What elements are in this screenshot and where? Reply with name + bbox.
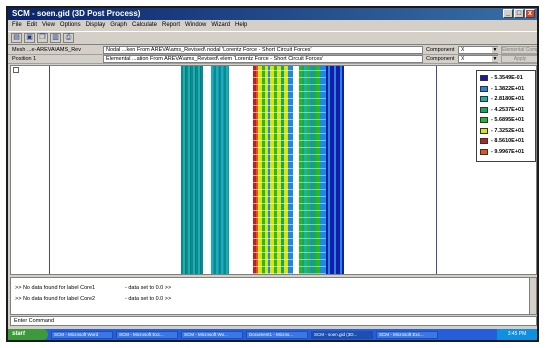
legend-item: - 4.2537E+01 (480, 105, 533, 116)
command-input[interactable]: Enter Command (10, 316, 537, 326)
window-controls: _ □ x (503, 9, 535, 18)
minimize-button[interactable]: _ (503, 9, 513, 18)
mesh-label: Mesh ...e-AREVA\AMS_Rev (12, 47, 81, 53)
winding-column-green (299, 66, 326, 274)
log-message: >> No data found for label Core2 (15, 296, 96, 302)
taskbar-item[interactable]: SCM - Microsoft Exc... (116, 330, 178, 339)
taskbar-item[interactable]: SCM - Microsoft Word (51, 330, 113, 339)
winding-column-hot (253, 66, 293, 274)
menu-file[interactable]: File (12, 20, 22, 30)
log-detail: - data set to 0.0 >> (125, 285, 172, 291)
apply-button[interactable]: Apply (501, 55, 537, 63)
taskbar-item[interactable]: SCM - Microsoft Exc... (376, 330, 438, 339)
winding-column-blue (326, 66, 344, 274)
component-select[interactable]: X ▼ (458, 55, 498, 63)
menu-wizard[interactable]: Wizard (211, 20, 230, 30)
legend-item: - 1.3822E+01 (480, 84, 533, 95)
legend-swatch (480, 96, 488, 103)
legend-swatch (480, 127, 488, 134)
system-clock: 3:45 PM (497, 329, 537, 340)
toolbar: ▤ ▣ ❐ ▥ ⎙ (8, 31, 537, 45)
legend-item: - 5.3549E-01 (480, 73, 533, 84)
copy-icon[interactable]: ❐ (37, 33, 48, 43)
chevron-down-icon[interactable]: ▼ (492, 56, 498, 62)
mesh-boundary-line (436, 66, 437, 274)
taskbar-item[interactable]: SCM - soen.gid (3D... (311, 330, 373, 339)
menu-help[interactable]: Help (235, 20, 247, 30)
taskbar-item[interactable]: SCM - Microsoft Wo... (181, 330, 243, 339)
command-label: Enter Command (14, 318, 55, 324)
winding-column-teal (211, 66, 229, 274)
legend-item: - 5.6895E+01 (480, 115, 533, 126)
paste-icon[interactable]: ▥ (50, 33, 61, 43)
output-log[interactable]: >> No data found for label Core1 - data … (10, 277, 537, 315)
legend-swatch (480, 138, 488, 145)
component-select[interactable]: X ▼ (458, 46, 498, 54)
legend-item: - 9.9967E+01 (480, 147, 533, 158)
legend-item: - 2.8180E+01 (480, 94, 533, 105)
mesh-boundary-line (49, 66, 50, 274)
position-label: Position 1 (12, 56, 37, 62)
log-detail: - data set to 0.0 >> (125, 296, 172, 302)
component-label: Component (426, 56, 455, 62)
window-title: SCM - soen.gid (3D Post Process) (12, 9, 141, 18)
menu-graph[interactable]: Graph (110, 20, 127, 30)
start-button[interactable]: start (8, 329, 48, 340)
log-line: >> No data found for label Core1 - data … (15, 284, 171, 293)
application-window: SCM - soen.gid (3D Post Process) _ □ x F… (6, 6, 539, 342)
legend-item: - 8.5610E+01 (480, 136, 533, 147)
viewport-corner-box[interactable] (13, 67, 19, 73)
position-row: Position 1 Elemental ...ation From AREVA… (8, 55, 537, 64)
elemental-file-field[interactable]: Elemental ...ation From AREVA\ams_Revise… (103, 55, 423, 63)
nodal-file-field[interactable]: Nodal ...ken From AREVA\ams_Revised\ nod… (103, 46, 423, 54)
taskbar-item[interactable]: Document1 - Micros... (246, 330, 308, 339)
menu-edit[interactable]: Edit (27, 20, 37, 30)
menu-calculate[interactable]: Calculate (132, 20, 157, 30)
log-line: >> No data found for label Core2 - data … (15, 295, 171, 304)
title-bar: SCM - soen.gid (3D Post Process) _ □ x (8, 8, 537, 20)
menu-bar: File Edit View Options Display Graph Cal… (8, 20, 537, 30)
legend-swatch (480, 117, 488, 124)
legend-item: - 7.3252E+01 (480, 126, 533, 137)
log-message: >> No data found for label Core1 (15, 285, 96, 291)
menu-options[interactable]: Options (60, 20, 81, 30)
menu-report[interactable]: Report (162, 20, 180, 30)
save-icon[interactable]: ▣ (24, 33, 35, 43)
mesh-row: Mesh ...e-AREVA\AMS_Rev Nodal ...ken Fro… (8, 46, 537, 55)
legend-swatch (480, 85, 488, 92)
plot-viewport[interactable]: - 5.3549E-01 - 1.3822E+01 - 2.8180E+01 -… (10, 65, 537, 275)
maximize-button[interactable]: □ (514, 9, 524, 18)
menu-display[interactable]: Display (86, 20, 106, 30)
close-button[interactable]: x (525, 9, 535, 18)
open-folder-icon[interactable]: ▤ (11, 33, 22, 43)
legend-swatch (480, 106, 488, 113)
elemental-component-button[interactable]: Elemental Component (501, 46, 537, 54)
log-scrollbar[interactable] (529, 278, 536, 314)
taskbar: start SCM - Microsoft Word SCM - Microso… (8, 329, 537, 340)
menu-window[interactable]: Window (185, 20, 206, 30)
legend-swatch (480, 75, 488, 82)
chevron-down-icon[interactable]: ▼ (492, 47, 498, 53)
color-legend: - 5.3549E-01 - 1.3822E+01 - 2.8180E+01 -… (476, 70, 536, 162)
legend-swatch (480, 148, 488, 155)
component-label: Component (426, 47, 455, 53)
winding-column-teal (181, 66, 203, 274)
print-icon[interactable]: ⎙ (63, 33, 74, 43)
menu-view[interactable]: View (42, 20, 55, 30)
